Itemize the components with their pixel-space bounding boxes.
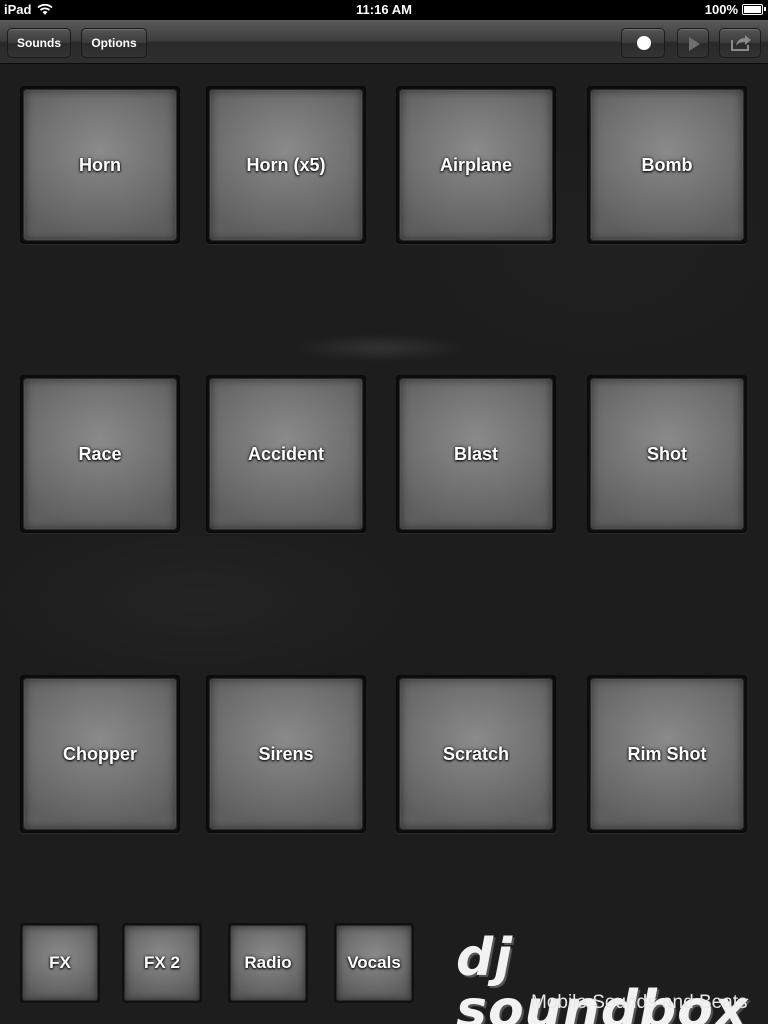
status-bar: iPad 11:16 AM 100% <box>0 0 768 20</box>
category-label: FX <box>49 953 71 972</box>
pad-label: Chopper <box>63 743 137 764</box>
category-label: Vocals <box>347 953 401 972</box>
record-button[interactable] <box>621 28 665 58</box>
pad-label: Scratch <box>442 743 510 764</box>
pad-label: Rim Shot <box>627 743 707 764</box>
category-fx2-button[interactable]: FX 2 <box>124 925 200 1001</box>
pad-label: Airplane <box>439 154 513 175</box>
pad-label: Blast <box>453 443 498 464</box>
pad-sirens[interactable]: Sirens <box>209 678 363 830</box>
pad-label: Shot <box>647 443 687 464</box>
play-button[interactable] <box>677 28 709 58</box>
pad-well: Bomb <box>587 86 747 244</box>
pad-horn-x5[interactable]: Horn (x5) <box>209 89 363 241</box>
options-button[interactable]: Options <box>81 28 147 58</box>
logo-tagline: Mobile Sounds and Beats <box>531 992 748 1013</box>
pad-chopper[interactable]: Chopper <box>23 678 177 830</box>
app-screen: iPad 11:16 AM 100% Sounds Options Horn H… <box>0 0 768 1024</box>
pad-label: Horn <box>79 154 121 175</box>
category-label: Radio <box>244 953 292 972</box>
pad-horn[interactable]: Horn <box>23 89 177 241</box>
pad-well: Chopper <box>20 675 180 833</box>
category-well: Radio <box>228 923 308 1003</box>
category-well: Vocals <box>334 923 414 1003</box>
pad-label: Bomb <box>641 154 693 175</box>
pad-label: Horn (x5) <box>246 154 326 175</box>
pad-race[interactable]: Race <box>23 378 177 530</box>
pad-well: Rim Shot <box>587 675 747 833</box>
pad-scratch[interactable]: Scratch <box>399 678 553 830</box>
status-time: 11:16 AM <box>356 2 412 17</box>
pad-rim-shot[interactable]: Rim Shot <box>590 678 744 830</box>
status-battery: 100% <box>704 2 738 17</box>
play-icon <box>689 37 700 51</box>
share-icon <box>731 35 751 51</box>
pad-well: Sirens <box>206 675 366 833</box>
app-logo: dj soundbox <box>456 928 749 1024</box>
pad-well: Blast <box>396 375 556 533</box>
pad-well: Airplane <box>396 86 556 244</box>
category-well: FX <box>20 923 100 1003</box>
pad-well: Horn <box>20 86 180 244</box>
pad-bomb[interactable]: Bomb <box>590 89 744 241</box>
pad-label: Race <box>78 443 122 464</box>
pad-well: Race <box>20 375 180 533</box>
pad-blast[interactable]: Blast <box>399 378 553 530</box>
pad-well: Shot <box>587 375 747 533</box>
sounds-button[interactable]: Sounds <box>7 28 71 58</box>
category-label: FX 2 <box>144 953 180 972</box>
pad-accident[interactable]: Accident <box>209 378 363 530</box>
category-well: FX 2 <box>122 923 202 1003</box>
pad-shot[interactable]: Shot <box>590 378 744 530</box>
category-radio-button[interactable]: Radio <box>230 925 306 1001</box>
pad-well: Accident <box>206 375 366 533</box>
pad-airplane[interactable]: Airplane <box>399 89 553 241</box>
toolbar: Sounds Options <box>0 20 768 64</box>
battery-icon <box>742 4 766 15</box>
pad-well: Horn (x5) <box>206 86 366 244</box>
record-icon <box>637 36 651 50</box>
share-button[interactable] <box>719 28 761 58</box>
category-vocals-button[interactable]: Vocals <box>336 925 412 1001</box>
pad-label: Sirens <box>258 743 314 764</box>
category-fx-button[interactable]: FX <box>22 925 98 1001</box>
pad-label: Accident <box>247 443 325 464</box>
pad-well: Scratch <box>396 675 556 833</box>
